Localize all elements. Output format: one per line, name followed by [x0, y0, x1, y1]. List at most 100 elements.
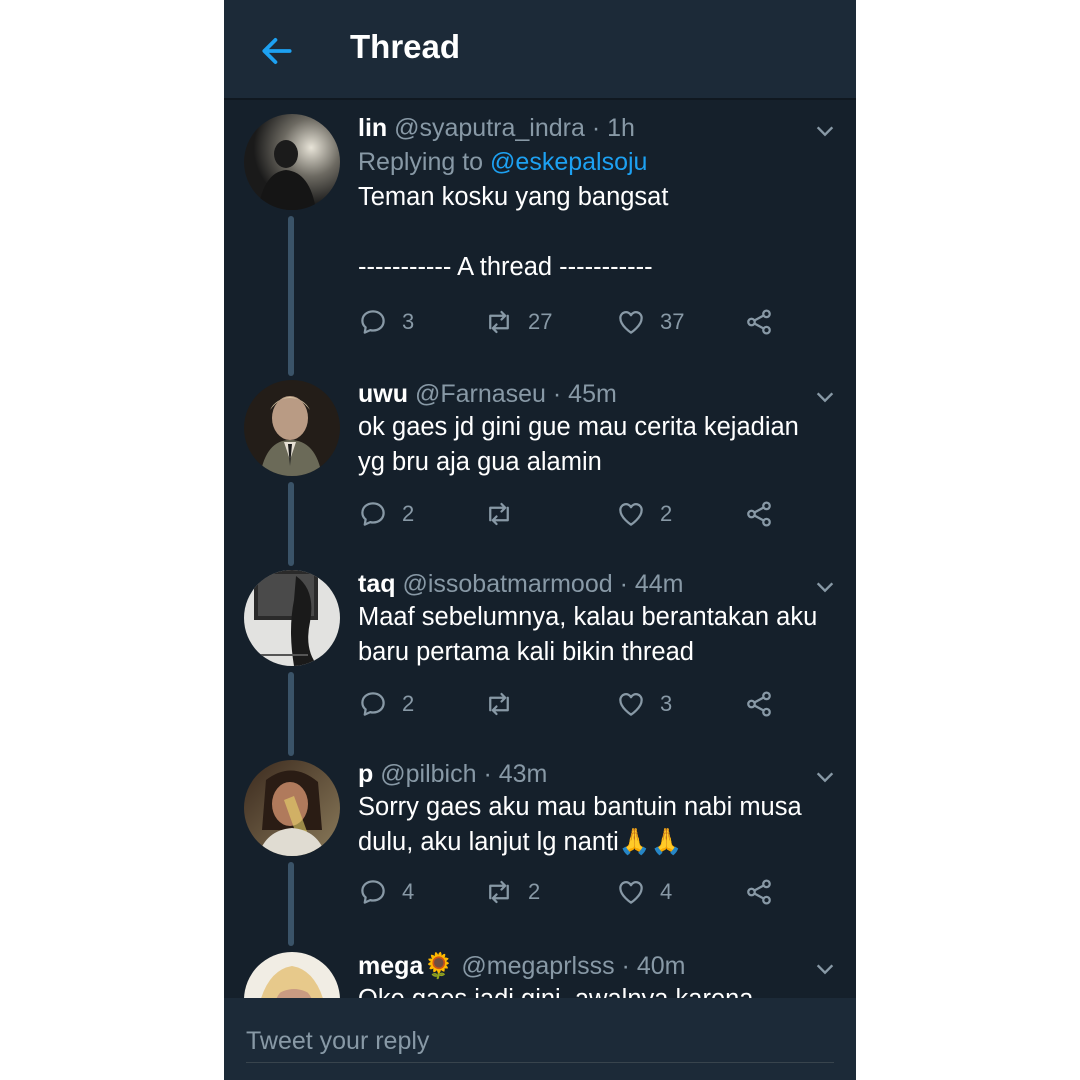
retweet-button[interactable] [484, 684, 528, 724]
page-title: Thread [350, 28, 461, 65]
heart-icon [619, 311, 643, 334]
chevron-down-icon[interactable] [814, 120, 836, 142]
tweet[interactable]: lin @syaputra_indra · 1h Replying to @es… [224, 100, 856, 380]
thread-connector [288, 672, 294, 756]
share-icon [747, 309, 771, 335]
share-button[interactable] [744, 494, 788, 534]
reply-count: 2 [402, 501, 415, 526]
share-button[interactable] [744, 302, 788, 342]
chevron-down-icon[interactable] [814, 766, 836, 788]
tweet-actions: 3 27 37 [358, 302, 838, 342]
reply-button[interactable]: 3 [358, 302, 414, 342]
chevron-down-icon[interactable] [814, 386, 836, 408]
reply-icon [361, 880, 385, 904]
tweet-header: mega🌻 @megaprlsss · 40m [358, 950, 828, 982]
share-button[interactable] [744, 684, 788, 724]
replying-to: Replying to @eskepalsoju [358, 148, 648, 176]
retweet-icon [489, 502, 509, 526]
reply-button[interactable]: 2 [358, 494, 414, 534]
like-count: 4 [660, 879, 673, 904]
timestamp: · 1h [591, 114, 635, 142]
tweet[interactable]: mega🌻 @megaprlsss · 40m Oke gaes jadi gi… [224, 938, 856, 998]
tweet-content: lin @syaputra_indra · 1h Replying to @es… [358, 112, 828, 285]
tweet-text: Teman kosku yang bangsat ----------- A t… [358, 183, 669, 281]
share-button[interactable] [744, 872, 788, 912]
timestamp: · 45m [552, 380, 617, 408]
tweet-actions: 2 2 [358, 494, 838, 534]
reply-input[interactable] [246, 1020, 834, 1063]
reply-icon [361, 502, 385, 526]
like-count: 3 [660, 691, 673, 716]
retweet-button[interactable]: 2 [484, 872, 540, 912]
reply-count: 2 [402, 691, 415, 716]
tweet-actions: 4 2 4 [358, 872, 838, 912]
timestamp: · 44m [619, 570, 684, 598]
retweet-icon [489, 692, 509, 716]
reply-count: 4 [402, 879, 415, 904]
tweet[interactable]: p @pilbich · 43m Sorry gaes aku mau bant… [224, 746, 856, 946]
thread-screen: Thread lin @syaputra_indra · 1h Replying… [224, 0, 856, 1080]
tweet-header: p @pilbich · 43m [358, 758, 828, 790]
tweet-text: Oke gaes jadi gini, awalnya karena [358, 982, 828, 998]
timestamp: · 43m [483, 760, 548, 788]
share-icon [747, 501, 771, 527]
user-handle[interactable]: @pilbich [380, 760, 476, 788]
tweet[interactable]: uwu @Farnaseu · 45m ok gaes jd gini gue … [224, 366, 856, 566]
heart-icon [619, 503, 643, 526]
tweet-text: Maaf sebelumnya, kalau berantakan aku ba… [358, 603, 818, 666]
display-name[interactable]: taq [358, 570, 396, 598]
reply-button[interactable]: 4 [358, 872, 414, 912]
thread-feed[interactable]: lin @syaputra_indra · 1h Replying to @es… [224, 100, 856, 998]
like-button[interactable]: 4 [616, 872, 672, 912]
retweet-count: 2 [528, 879, 541, 904]
share-icon [747, 691, 771, 717]
timestamp: · 40m [621, 952, 686, 980]
tweet-header: taq @issobatmarmood · 44m [358, 568, 828, 600]
avatar[interactable] [244, 380, 340, 476]
display-name[interactable]: lin [358, 114, 387, 142]
back-arrow-icon[interactable] [258, 32, 296, 70]
reply-composer [224, 998, 856, 1080]
thread-connector [288, 482, 294, 566]
retweet-button[interactable]: 27 [484, 302, 552, 342]
reply-button[interactable]: 2 [358, 684, 414, 724]
reply-icon [361, 310, 385, 334]
display-name[interactable]: uwu [358, 380, 408, 408]
like-count: 2 [660, 501, 673, 526]
avatar[interactable] [244, 952, 340, 998]
like-button[interactable]: 2 [616, 494, 672, 534]
thread-connector [288, 862, 294, 946]
tweet-text: Sorry gaes aku mau bantuin nabi musa dul… [358, 793, 802, 856]
chevron-down-icon[interactable] [814, 576, 836, 598]
like-button[interactable]: 37 [616, 302, 684, 342]
user-handle[interactable]: @Farnaseu [415, 380, 546, 408]
tweet-content: mega🌻 @megaprlsss · 40m Oke gaes jadi gi… [358, 950, 828, 998]
tweet-header: lin @syaputra_indra · 1h [358, 112, 828, 144]
tweet[interactable]: taq @issobatmarmood · 44m Maaf sebelumny… [224, 556, 856, 756]
tweet-content: p @pilbich · 43m Sorry gaes aku mau bant… [358, 758, 828, 860]
user-handle[interactable]: @syaputra_indra [394, 114, 585, 142]
display-name[interactable]: mega🌻 [358, 952, 454, 980]
user-handle[interactable]: @megaprlsss [461, 952, 614, 980]
avatar[interactable] [244, 114, 340, 210]
tweet-actions: 2 3 [358, 684, 838, 724]
user-handle[interactable]: @issobatmarmood [402, 570, 612, 598]
retweet-button[interactable] [484, 494, 528, 534]
display-name[interactable]: p [358, 760, 373, 788]
like-count: 37 [660, 309, 685, 334]
replying-to-handle[interactable]: @eskepalsoju [490, 148, 647, 176]
avatar[interactable] [244, 570, 340, 666]
share-icon [747, 879, 771, 905]
top-bar: Thread [224, 0, 856, 100]
reply-count: 3 [402, 309, 415, 334]
like-button[interactable]: 3 [616, 684, 672, 724]
heart-icon [619, 693, 643, 716]
retweet-count: 27 [528, 309, 553, 334]
heart-icon [619, 881, 643, 904]
tweet-header: uwu @Farnaseu · 45m [358, 378, 828, 410]
avatar[interactable] [244, 760, 340, 856]
tweet-content: taq @issobatmarmood · 44m Maaf sebelumny… [358, 568, 828, 670]
reply-icon [361, 692, 385, 716]
chevron-down-icon[interactable] [814, 958, 836, 980]
retweet-icon [489, 310, 509, 334]
